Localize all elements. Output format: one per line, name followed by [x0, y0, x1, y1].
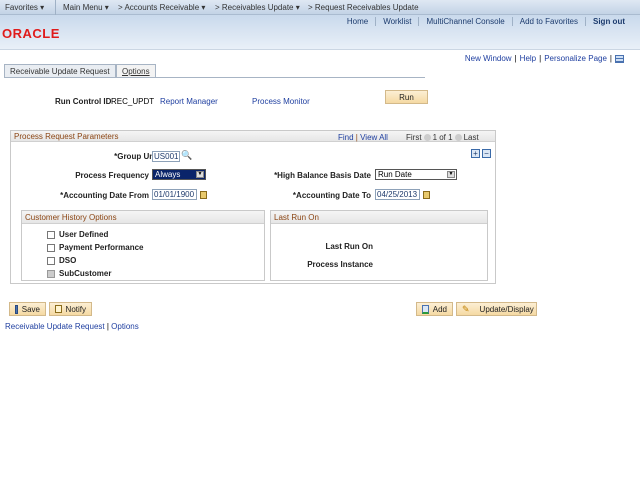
add-label: Add — [432, 304, 447, 314]
process-monitor-link[interactable]: Process Monitor — [252, 97, 310, 106]
process-request-parameters: Process Request Parameters Find | View A… — [10, 130, 496, 284]
row-count: 1 of 1 — [432, 133, 453, 142]
payment-performance-checkbox[interactable]: Payment Performance — [47, 243, 143, 252]
run-control-value: REC_UPDT — [111, 97, 155, 106]
subcustomer-checkbox: SubCustomer — [47, 269, 143, 278]
process-frequency-select[interactable]: Always ▼ — [152, 169, 206, 180]
tab-divider — [4, 77, 425, 78]
main-menu[interactable]: Main Menu ▾ — [63, 3, 109, 12]
footer-links: Receivable Update Request | Options — [5, 322, 139, 331]
multichannel-console-link[interactable]: MultiChannel Console — [418, 17, 511, 26]
high-balance-select[interactable]: Run Date ▼ — [375, 169, 457, 180]
pencil-icon: ✎ — [462, 303, 470, 314]
high-balance-label: *High Balance Basis Date — [274, 171, 371, 180]
accounting-date-from-input[interactable]: 01/01/1900 — [152, 189, 197, 200]
header-links: Home Worklist MultiChannel Console Add t… — [340, 17, 632, 26]
page-links: New Window | Help | Personalize Page | — [465, 54, 624, 63]
checkbox-label: DSO — [59, 256, 77, 265]
params-title: Process Request Parameters — [14, 132, 119, 141]
process-frequency-value: Always — [155, 170, 181, 179]
customer-history-title: Customer History Options — [22, 211, 264, 224]
crumb-request-receivables-update[interactable]: > Request Receivables Update — [308, 3, 419, 12]
checkbox-label: User Defined — [59, 230, 109, 239]
checkbox — [47, 269, 55, 278]
user-defined-checkbox[interactable]: User Defined — [47, 230, 143, 239]
checkbox-label: Payment Performance — [59, 243, 144, 252]
oracle-logo: ORACLE — [2, 26, 60, 41]
add-row-icon[interactable]: + — [471, 149, 480, 158]
lookup-icon[interactable]: 🔍 — [181, 150, 192, 161]
divider — [55, 0, 56, 15]
accounting-date-from-label: *Accounting Date From — [60, 191, 149, 200]
new-window-link[interactable]: New Window — [465, 54, 512, 63]
process-frequency-label: Process Frequency — [75, 171, 149, 180]
save-icon — [15, 304, 18, 314]
dropdown-arrow-icon: ▼ — [447, 171, 455, 178]
worklist-link[interactable]: Worklist — [375, 17, 418, 26]
accounting-date-to-label: *Accounting Date To — [292, 191, 371, 200]
checkbox[interactable] — [47, 243, 55, 252]
footer-receivable-update-request-link[interactable]: Receivable Update Request — [5, 322, 105, 331]
notify-icon — [55, 305, 62, 313]
high-balance-value: Run Date — [378, 170, 412, 179]
calendar-icon[interactable] — [200, 191, 207, 199]
group-unit-input[interactable]: US001 — [152, 151, 180, 162]
process-instance-label: Process Instance — [307, 260, 373, 269]
add-icon — [422, 304, 429, 314]
help-link[interactable]: Help — [520, 54, 536, 63]
save-button[interactable]: Save — [9, 302, 46, 316]
last-run-on-title: Last Run On — [271, 211, 487, 224]
dso-checkbox[interactable]: DSO — [47, 256, 143, 265]
sign-out-link[interactable]: Sign out — [585, 17, 632, 26]
crumb-receivables-update[interactable]: > Receivables Update ▾ — [215, 3, 300, 12]
find-link[interactable]: Find — [338, 133, 354, 142]
update-display-button[interactable]: ✎ Update/Display — [456, 302, 537, 316]
checkbox-label: SubCustomer — [59, 269, 112, 278]
tab-options[interactable]: Options — [116, 64, 156, 78]
run-button[interactable]: Run — [385, 90, 428, 104]
tab-receivable-update-request[interactable]: Receivable Update Request — [4, 64, 116, 78]
report-manager-link[interactable]: Report Manager — [160, 97, 218, 106]
checkbox[interactable] — [47, 230, 55, 239]
dropdown-arrow-icon: ▼ — [196, 171, 204, 178]
view-all-link[interactable]: View All — [360, 133, 388, 142]
accounting-date-to-input[interactable]: 04/25/2013 — [375, 189, 420, 200]
delete-row-icon[interactable]: − — [482, 149, 491, 158]
previous-icon[interactable] — [423, 134, 431, 141]
home-link[interactable]: Home — [340, 17, 375, 26]
last-link[interactable]: Last — [464, 133, 479, 142]
next-icon[interactable] — [454, 134, 462, 141]
checkbox[interactable] — [47, 256, 55, 265]
grid-icon[interactable] — [615, 54, 624, 63]
first-link[interactable]: First — [406, 133, 422, 142]
personalize-page-link[interactable]: Personalize Page — [544, 54, 607, 63]
notify-button[interactable]: Notify — [49, 302, 92, 316]
favorites-menu[interactable]: Favorites ▾ — [5, 3, 44, 12]
run-control-label: Run Control ID — [55, 97, 112, 106]
calendar-icon[interactable] — [423, 191, 430, 199]
customer-history-options: Customer History Options User Defined Pa… — [21, 210, 265, 281]
notify-label: Notify — [65, 304, 86, 314]
save-label: Save — [21, 304, 40, 314]
add-to-favorites-link[interactable]: Add to Favorites — [511, 17, 585, 26]
last-run-on-box: Last Run On Last Run On Process Instance — [270, 210, 488, 281]
footer-options-link[interactable]: Options — [111, 322, 139, 331]
last-run-on-label: Last Run On — [325, 242, 373, 251]
top-nav-bar: Favorites ▾ Main Menu ▾ > Accounts Recei… — [0, 0, 640, 15]
crumb-accounts-receivable[interactable]: > Accounts Receivable ▾ — [118, 3, 205, 12]
params-header: Process Request Parameters Find | View A… — [11, 131, 495, 142]
add-button[interactable]: Add — [416, 302, 453, 316]
update-display-label: Update/Display — [479, 304, 534, 314]
